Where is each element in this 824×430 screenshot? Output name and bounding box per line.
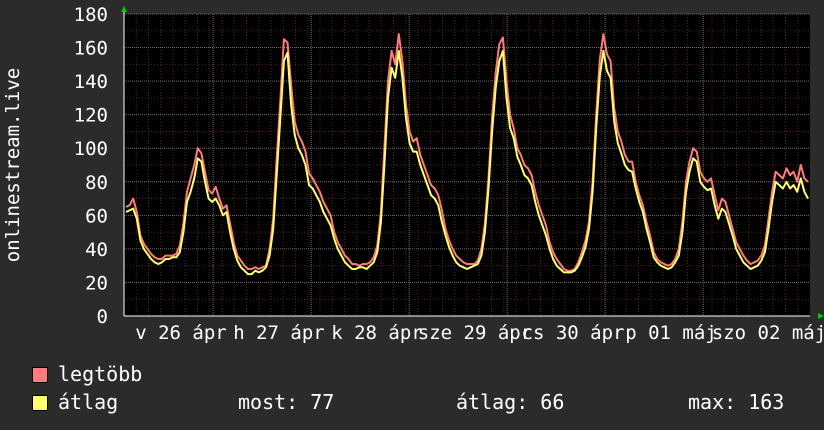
x-tick-label: k 28 ápr xyxy=(331,322,423,344)
y-axis: 0 20 40 60 80 100 120 140 160 180 xyxy=(74,4,127,328)
y-tick-label: 20 xyxy=(85,272,108,294)
x-tick-label: h 27 ápr xyxy=(233,322,325,344)
y-axis-arrow xyxy=(121,6,127,12)
y-tick-label: 40 xyxy=(85,239,108,261)
x-tick-label: v 26 ápr xyxy=(135,322,227,344)
x-tick-label: sze 29 ápr xyxy=(418,322,532,344)
legend-label-avg: átlag xyxy=(58,390,119,414)
y-tick-label: 120 xyxy=(74,105,108,127)
stat-current: most: 77 xyxy=(238,390,335,414)
y-tick-label: 140 xyxy=(74,71,108,93)
y-tick-label: 180 xyxy=(74,4,108,26)
y-axis-label: onlinestream.live xyxy=(2,68,24,262)
y-tick-label: 60 xyxy=(85,205,108,227)
y-tick-label: 160 xyxy=(74,38,108,60)
x-tick-label: p 01 máj xyxy=(625,322,717,344)
legend-swatch-avg xyxy=(32,395,48,411)
y-tick-label: 80 xyxy=(85,172,108,194)
x-axis-arrow xyxy=(818,313,824,319)
x-axis: v 26 ápr h 27 ápr k 28 áprsze 29 áprcs 30 … xyxy=(124,313,824,344)
legend-label-max: legtöbb xyxy=(58,362,143,386)
stat-average: átlag: 66 xyxy=(456,390,565,414)
y-tick-label: 100 xyxy=(74,138,108,160)
y-tick-label: 0 xyxy=(97,306,108,328)
x-tick-label: szo 02 máj xyxy=(712,322,824,344)
legend-swatch-max xyxy=(32,367,48,383)
stat-max: max: 163 xyxy=(688,390,785,414)
x-tick-label: cs 30 ápr xyxy=(522,322,625,344)
